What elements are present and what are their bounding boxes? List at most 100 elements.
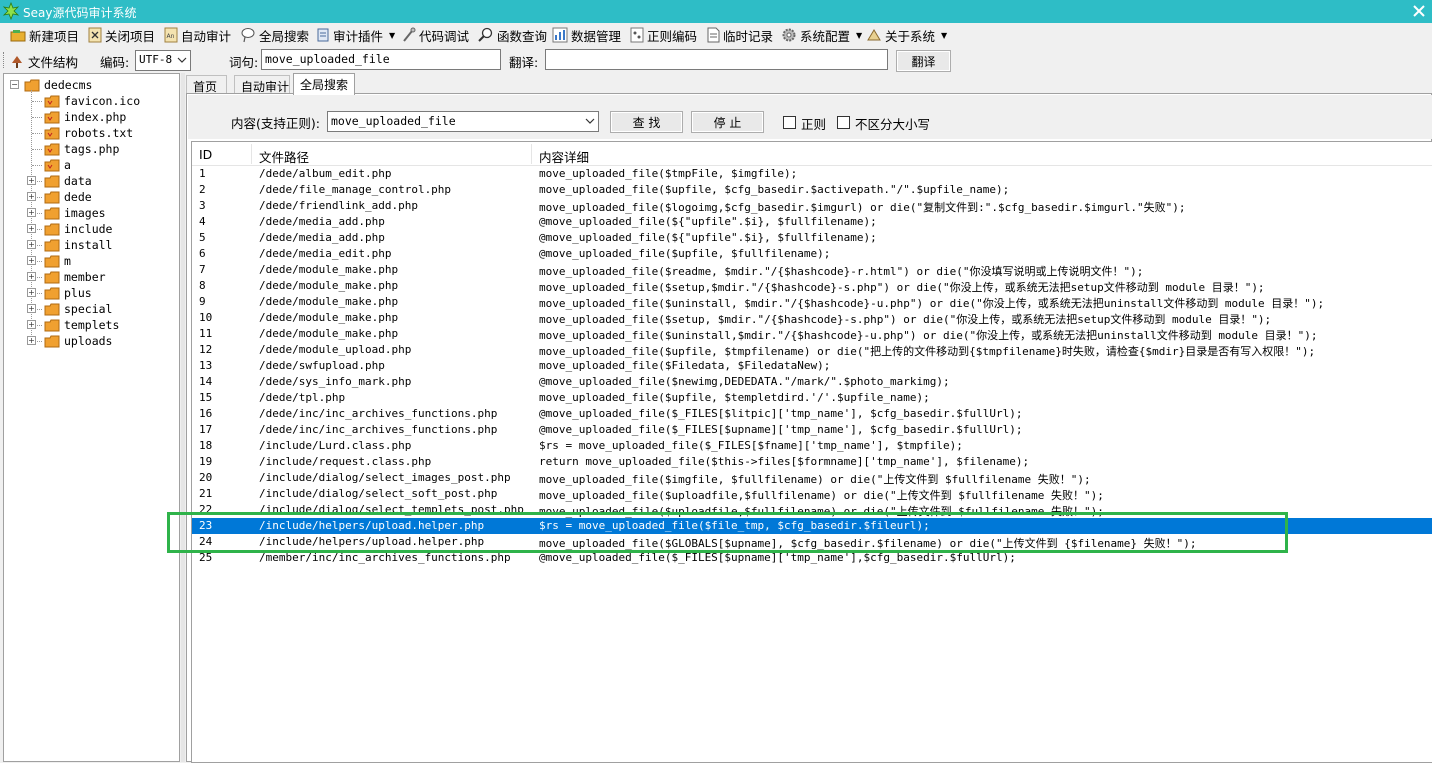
menu-code-debug[interactable]: 代码调试 bbox=[402, 26, 469, 44]
tree-folder-item[interactable]: plus bbox=[44, 285, 92, 301]
stop-button[interactable]: 停 止 bbox=[691, 111, 764, 133]
table-row[interactable]: 2/dede/file_manage_control.php move_uploa… bbox=[192, 182, 1432, 198]
table-row[interactable]: 3/dede/friendlink_add.php move_uploaded_f… bbox=[192, 198, 1432, 214]
tree-folder-item[interactable]: templets bbox=[44, 317, 119, 333]
tree-file-item[interactable]: index.php bbox=[44, 109, 126, 125]
menu-new-project[interactable]: 新建项目 bbox=[10, 26, 79, 44]
expand-icon[interactable]: + bbox=[27, 304, 36, 313]
column-separator[interactable] bbox=[531, 144, 532, 164]
tree-guide-line bbox=[37, 261, 42, 262]
tree-item-label: m bbox=[64, 254, 71, 268]
tree-file-item[interactable]: favicon.ico bbox=[44, 93, 140, 109]
expand-icon[interactable]: + bbox=[27, 256, 36, 265]
table-row[interactable]: 8/dede/module_make.php move_uploaded_file… bbox=[192, 278, 1432, 294]
tree-folder-item[interactable]: special bbox=[44, 301, 112, 317]
tree-file-item[interactable]: a bbox=[44, 157, 71, 173]
table-row[interactable]: 10/dede/module_make.php move_uploaded_fil… bbox=[192, 310, 1432, 326]
regex-checkbox[interactable] bbox=[783, 116, 796, 129]
tree-file-item[interactable]: tags.php bbox=[44, 141, 119, 157]
cell-detail: $rs = move_uploaded_file($_FILES[$fname]… bbox=[539, 439, 963, 452]
tab-auto-audit[interactable]: 自动审计 bbox=[234, 75, 290, 94]
column-header-detail[interactable]: 内容详细 bbox=[539, 147, 589, 166]
translate-input[interactable] bbox=[545, 49, 888, 70]
menu-close-project[interactable]: 关闭项目 bbox=[88, 26, 155, 44]
expand-icon[interactable]: + bbox=[27, 320, 36, 329]
panel-splitter[interactable] bbox=[181, 73, 185, 762]
tree-folder-item[interactable]: m bbox=[44, 253, 71, 269]
tree-folder-item[interactable]: uploads bbox=[44, 333, 112, 349]
cell-detail: @move_uploaded_file($upfile, $fullfilena… bbox=[539, 247, 831, 260]
cell-detail: move_uploaded_file($GLOBALS[$upname], $c… bbox=[539, 537, 1197, 550]
content-search-input[interactable]: move_uploaded_file bbox=[327, 111, 599, 132]
menu-data-manage[interactable]: 数据管理 bbox=[552, 26, 621, 44]
column-header-id[interactable]: ID bbox=[199, 147, 212, 162]
column-separator[interactable] bbox=[251, 144, 252, 164]
table-row[interactable]: 24/include/helpers/upload.helper.php move… bbox=[192, 534, 1432, 550]
tree-root[interactable]: dedecms bbox=[24, 77, 92, 93]
table-row[interactable]: 20/include/dialog/select_images_post.php… bbox=[192, 470, 1432, 486]
tree-folder-item[interactable]: member bbox=[44, 269, 106, 285]
translate-button[interactable]: 翻译 bbox=[896, 50, 951, 72]
encoding-select[interactable]: UTF-8 bbox=[135, 50, 191, 71]
window-title: Seay源代码审计系统 bbox=[23, 6, 137, 20]
close-window-icon[interactable] bbox=[1410, 2, 1428, 20]
menu-global-search[interactable]: 全局搜索 bbox=[240, 26, 309, 44]
table-row[interactable]: 6/dede/media_edit.php @move_uploaded_file… bbox=[192, 246, 1432, 262]
expand-icon[interactable]: + bbox=[27, 240, 36, 249]
tree-folder-item[interactable]: install bbox=[44, 237, 112, 253]
table-row[interactable]: 18/include/Lurd.class.php $rs = move_uplo… bbox=[192, 438, 1432, 454]
tree-folder-item[interactable]: dede bbox=[44, 189, 92, 205]
cell-path: /dede/inc/inc_archives_functions.php bbox=[259, 423, 498, 436]
ignore-case-checkbox[interactable] bbox=[837, 116, 850, 129]
table-row[interactable]: 7/dede/module_make.php move_uploaded_file… bbox=[192, 262, 1432, 278]
collapse-root-icon[interactable]: − bbox=[10, 80, 19, 89]
table-row[interactable]: 14/dede/sys_info_mark.php @move_uploaded_… bbox=[192, 374, 1432, 390]
table-row[interactable]: 5/dede/media_add.php @move_uploaded_file(… bbox=[192, 230, 1432, 246]
table-row[interactable]: 9/dede/module_make.php move_uploaded_file… bbox=[192, 294, 1432, 310]
file-tree-toggle[interactable]: 文件结构 bbox=[10, 52, 78, 71]
tree-folder-item[interactable]: include bbox=[44, 221, 112, 237]
expand-icon[interactable]: + bbox=[27, 176, 36, 185]
expand-icon[interactable]: + bbox=[27, 336, 36, 345]
column-header-path[interactable]: 文件路径 bbox=[259, 147, 309, 166]
find-button[interactable]: 查 找 bbox=[610, 111, 683, 133]
table-row[interactable]: 4/dede/media_add.php @move_uploaded_file(… bbox=[192, 214, 1432, 230]
table-row[interactable]: 19/include/request.class.php return move_… bbox=[192, 454, 1432, 470]
menu-function-search[interactable]: 函数查询 bbox=[478, 26, 547, 44]
toolbar-grip[interactable] bbox=[3, 52, 6, 68]
menu-system-config[interactable]: 系统配置 ▼ bbox=[781, 26, 862, 44]
table-row[interactable]: 17/dede/inc/inc_archives_functions.php @m… bbox=[192, 422, 1432, 438]
table-row[interactable]: 12/dede/module_upload.php move_uploaded_f… bbox=[192, 342, 1432, 358]
cell-path: /include/Lurd.class.php bbox=[259, 439, 412, 452]
menu-auto-audit[interactable]: An 自动审计 bbox=[164, 26, 231, 44]
menu-about[interactable]: 关于系统 ▼ bbox=[866, 26, 947, 44]
tab-home[interactable]: 首页 bbox=[186, 75, 227, 94]
tree-folder-item[interactable]: images bbox=[44, 205, 106, 221]
menu-regex-encode[interactable]: 正则编码 bbox=[630, 26, 697, 44]
global-search-icon bbox=[241, 28, 255, 43]
menu-audit-plugin[interactable]: 审计插件 ▼ bbox=[316, 26, 395, 44]
expand-icon[interactable]: + bbox=[27, 288, 36, 297]
table-row[interactable]: 11/dede/module_make.php move_uploaded_fil… bbox=[192, 326, 1432, 342]
table-row[interactable]: 1/dede/album_edit.php move_uploaded_file(… bbox=[192, 166, 1432, 182]
table-row[interactable]: 23/include/helpers/upload.helper.php $rs … bbox=[192, 518, 1432, 534]
expand-icon[interactable]: + bbox=[27, 224, 36, 233]
table-row[interactable]: 22/include/dialog/select_templets_post.p… bbox=[192, 502, 1432, 518]
cell-id: 3 bbox=[199, 199, 206, 212]
table-row[interactable]: 13/dede/swfupload.php move_uploaded_file(… bbox=[192, 358, 1432, 374]
tree-item-label: robots.txt bbox=[64, 126, 134, 140]
tree-folder-item[interactable]: data bbox=[44, 173, 92, 189]
table-row[interactable]: 16/dede/inc/inc_archives_functions.php @m… bbox=[192, 406, 1432, 422]
menu-temp-notes[interactable]: 临时记录 bbox=[706, 26, 773, 44]
expand-icon[interactable]: + bbox=[27, 192, 36, 201]
table-row[interactable]: 25/member/inc/inc_archives_functions.php… bbox=[192, 550, 1432, 566]
tree-item-label: plus bbox=[64, 286, 92, 300]
expand-icon[interactable]: + bbox=[27, 208, 36, 217]
folder-icon bbox=[24, 79, 40, 91]
expand-icon[interactable]: + bbox=[27, 272, 36, 281]
table-row[interactable]: 15/dede/tpl.php move_uploaded_file($upfil… bbox=[192, 390, 1432, 406]
table-row[interactable]: 21/include/dialog/select_soft_post.php mo… bbox=[192, 486, 1432, 502]
tab-global-search[interactable]: 全局搜索 bbox=[293, 73, 355, 95]
phrase-input[interactable]: move_uploaded_file bbox=[261, 49, 501, 70]
tree-file-item[interactable]: robots.txt bbox=[44, 125, 133, 141]
